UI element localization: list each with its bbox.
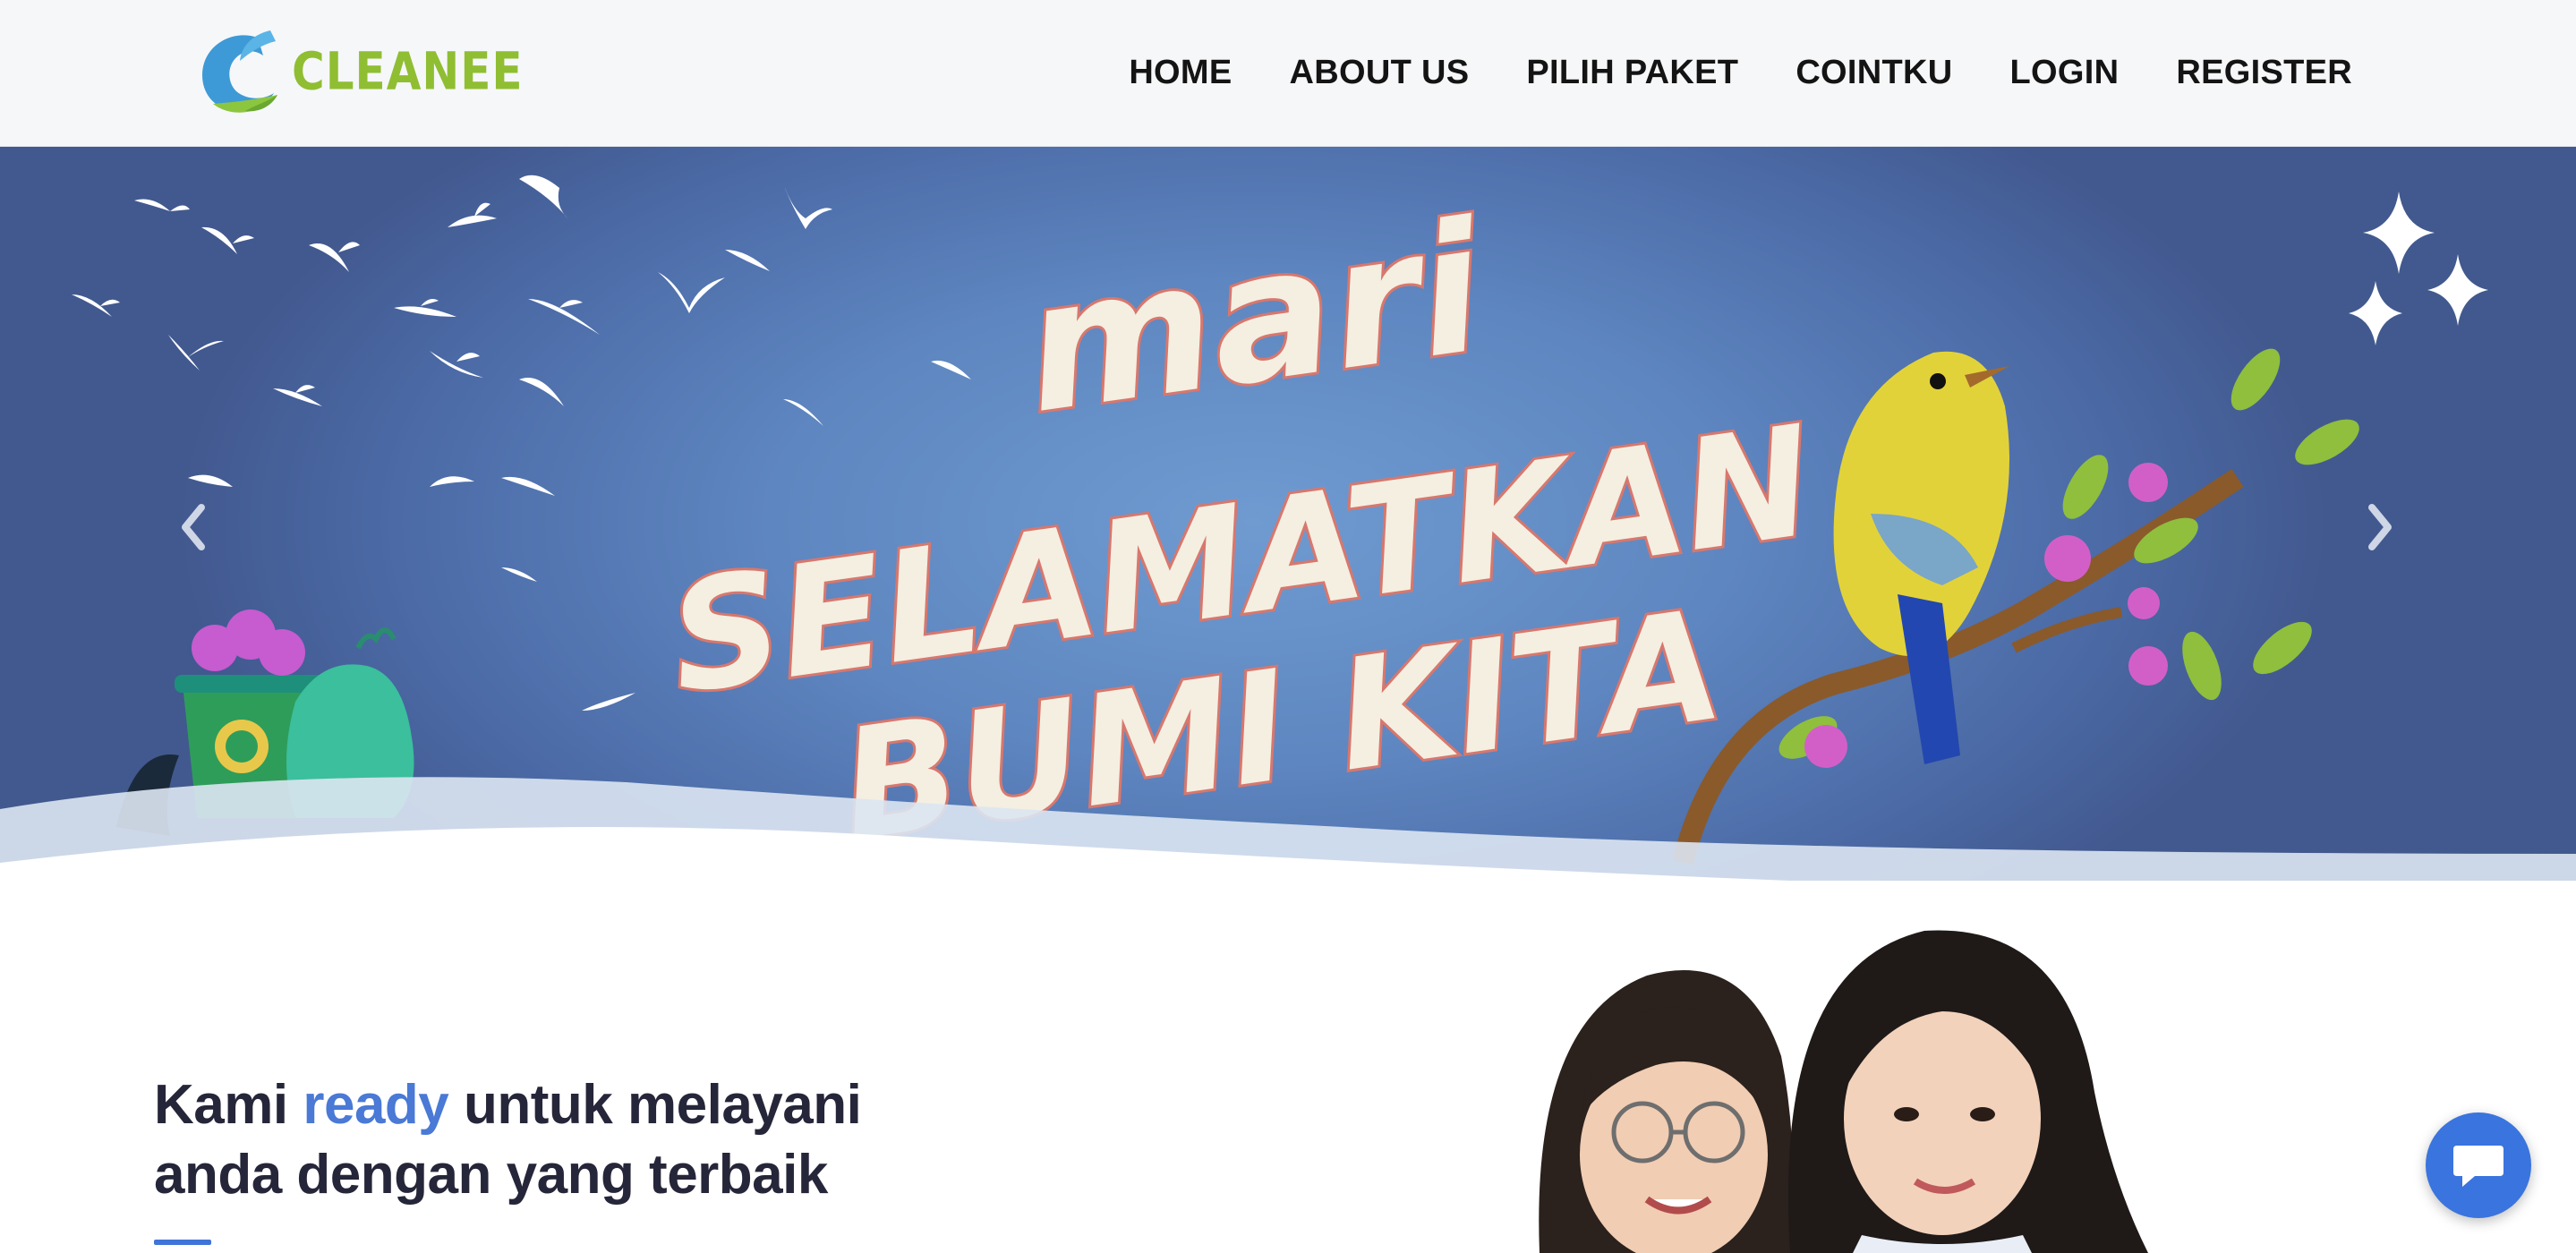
- carousel-prev-button[interactable]: [161, 487, 224, 567]
- nav-about-us[interactable]: ABOUT US: [1290, 54, 1470, 92]
- leaf-c-logo-icon: [202, 30, 277, 113]
- ambassadors-photo: [1539, 930, 2148, 1253]
- about-heading-accent: ready: [303, 1074, 449, 1136]
- slogan-line-1: mari: [1012, 183, 1496, 454]
- navbar: CLEANEE HOME ABOUT US PILIH PAKET COINTK…: [0, 0, 2576, 147]
- hero-carousel[interactable]: mari SELAMATKAN BUMI KITA: [0, 147, 2576, 881]
- nav-login[interactable]: LOGIN: [2010, 54, 2120, 92]
- about-heading: Kami ready untuk melayani anda dengan ya…: [154, 1070, 862, 1210]
- chat-bubble-icon: [2453, 1146, 2503, 1187]
- chevron-left-icon: [182, 504, 205, 550]
- brand-logo-link[interactable]: CLEANEE: [195, 25, 524, 118]
- carousel-next-button[interactable]: [2350, 487, 2412, 567]
- brand-name: CLEANEE: [292, 41, 524, 102]
- nav-home[interactable]: HOME: [1129, 54, 1232, 92]
- hero-banner-illustration: mari SELAMATKAN BUMI KITA: [0, 175, 2576, 881]
- main-nav: HOME ABOUT US PILIH PAKET COINTKU LOGIN …: [1071, 0, 2352, 146]
- nav-register[interactable]: REGISTER: [2176, 54, 2352, 92]
- nav-pilih-paket[interactable]: PILIH PAKET: [1526, 54, 1738, 92]
- about-heading-part-2: untuk melayani: [448, 1074, 862, 1136]
- chevron-right-icon: [2368, 504, 2392, 550]
- about-heading-underline: [154, 1240, 211, 1245]
- about-heading-line-2: anda dengan yang terbaik: [154, 1144, 828, 1206]
- about-heading-part-1: Kami: [154, 1074, 303, 1136]
- sparkle-stars: [2349, 192, 2488, 345]
- nav-cointku[interactable]: COINTKU: [1796, 54, 1952, 92]
- chat-button[interactable]: [2426, 1112, 2531, 1218]
